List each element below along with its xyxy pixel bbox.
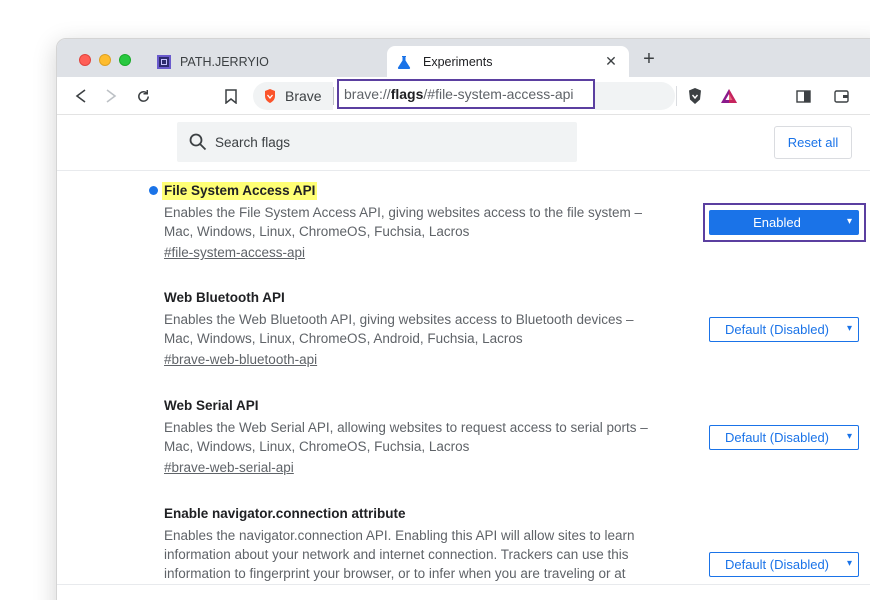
flag-description-line: information about your network and inter… (164, 547, 629, 562)
chevron-down-icon: ▾ (846, 558, 852, 569)
flag-title: Web Serial API (164, 398, 259, 413)
flag-title: Web Bluetooth API (164, 290, 285, 305)
toolbar-divider (676, 86, 677, 106)
select-value: Default (Disabled) (724, 322, 830, 337)
modified-indicator-dot (149, 186, 158, 195)
wallet-button[interactable] (831, 86, 851, 106)
reload-button[interactable] (133, 86, 153, 106)
forward-button[interactable] (101, 86, 121, 106)
wallet-icon (833, 89, 849, 103)
chevron-down-icon: ▾ (846, 431, 852, 442)
footer-divider (57, 584, 870, 585)
address-divider (333, 87, 334, 105)
sidebar-icon (795, 89, 811, 103)
tab-title: PATH.JERRYIO (180, 54, 269, 69)
flag-platforms: Mac, Windows, Linux, ChromeOS, Android, … (164, 331, 523, 346)
flag-title: Enable navigator.connection attribute (164, 506, 406, 521)
chevron-down-icon: ▾ (846, 323, 852, 334)
new-tab-button[interactable]: + (639, 49, 659, 70)
sidebar-toggle-button[interactable] (793, 86, 813, 106)
flag-description: Enables the File System Access API, givi… (164, 203, 704, 241)
flag-state-select[interactable]: Default (Disabled) ▾ (709, 552, 859, 577)
flag-anchor-link[interactable]: #file-system-access-api (164, 243, 305, 262)
url-fragment: /#file-system-access-api (423, 86, 574, 102)
flag-description: Enables the Web Bluetooth API, giving we… (164, 310, 704, 348)
flag-description-line: Enables the Web Bluetooth API, giving we… (164, 312, 634, 327)
forward-arrow-icon (106, 89, 117, 103)
site-info-chip[interactable]: Brave (253, 82, 333, 110)
flag-web-bluetooth-api: Web Bluetooth API Enables the Web Blueto… (164, 289, 704, 369)
flag-platforms: Mac, Windows, Linux, ChromeOS, Fuchsia, … (164, 439, 470, 454)
flag-description-line: information to fingerprint your browser,… (164, 566, 626, 581)
reload-icon (137, 89, 149, 102)
brave-rewards-button[interactable] (719, 86, 739, 106)
tab-close-icon[interactable]: ✕ (603, 53, 619, 69)
bookmark-button[interactable] (221, 86, 241, 106)
flag-anchor-link[interactable]: #brave-web-serial-api (164, 458, 294, 477)
flags-page: Search flags Reset all File System Acces… (57, 116, 870, 600)
browser-window: PATH.JERRYIO Experiments ✕ + Brave brave… (56, 38, 870, 600)
zoom-window-button[interactable] (119, 54, 131, 66)
flag-web-serial-api: Web Serial API Enables the Web Serial AP… (164, 397, 704, 477)
flag-description: Enables the Web Serial API, allowing web… (164, 418, 704, 456)
tab-title: Experiments (423, 54, 493, 69)
tab-experiments[interactable]: Experiments ✕ (387, 46, 629, 77)
brave-shields-button[interactable] (685, 86, 705, 106)
close-window-button[interactable] (79, 54, 91, 66)
url-scheme: brave:// (344, 86, 391, 102)
back-button[interactable] (71, 86, 91, 106)
minimize-window-button[interactable] (99, 54, 111, 66)
browser-label: Brave (285, 88, 322, 104)
flag-state-select[interactable]: Default (Disabled) ▾ (709, 425, 859, 450)
address-bar-end (595, 82, 675, 110)
flask-icon (397, 55, 411, 69)
flag-anchor-link[interactable]: #brave-web-bluetooth-api (164, 350, 317, 369)
flag-state-select[interactable]: Enabled ▾ (709, 210, 859, 235)
search-icon (189, 133, 207, 151)
reset-all-button[interactable]: Reset all (774, 126, 852, 159)
brave-lion-icon (263, 88, 277, 104)
select-value: Enabled (753, 215, 801, 230)
flag-navigator-connection: Enable navigator.connection attribute En… (164, 505, 704, 583)
flag-description: Enables the navigator.connection API. En… (164, 526, 704, 583)
select-value: Default (Disabled) (724, 430, 830, 445)
flag-title: File System Access API (162, 182, 318, 200)
chevron-down-icon: ▾ (846, 216, 852, 227)
select-value: Default (Disabled) (724, 557, 830, 572)
flag-description-line: Enables the Web Serial API, allowing web… (164, 420, 648, 435)
brave-rewards-triangle-icon (721, 89, 737, 103)
url-host: flags (390, 86, 424, 102)
jerryio-favicon-icon (157, 54, 171, 69)
toolbar: Brave brave://flags/#file-system-access-… (57, 77, 870, 115)
flag-platforms: Mac, Windows, Linux, ChromeOS, Fuchsia, … (164, 224, 470, 239)
tab-path-jerryio[interactable]: PATH.JERRYIO (157, 46, 385, 77)
flag-file-system-access-api: File System Access API Enables the File … (162, 182, 704, 262)
back-arrow-icon (75, 89, 86, 103)
flag-description-line: Enables the File System Access API, givi… (164, 205, 642, 220)
search-placeholder: Search flags (215, 134, 291, 150)
bookmark-icon (225, 88, 237, 104)
tab-strip: PATH.JERRYIO Experiments ✕ + (57, 39, 870, 77)
search-input[interactable]: Search flags (177, 122, 577, 162)
brave-shields-icon (689, 88, 701, 104)
flag-description-line: Enables the navigator.connection API. En… (164, 528, 635, 543)
url-field[interactable]: brave://flags/#file-system-access-api (337, 79, 595, 109)
flag-state-select[interactable]: Default (Disabled) ▾ (709, 317, 859, 342)
header-divider (57, 170, 870, 171)
